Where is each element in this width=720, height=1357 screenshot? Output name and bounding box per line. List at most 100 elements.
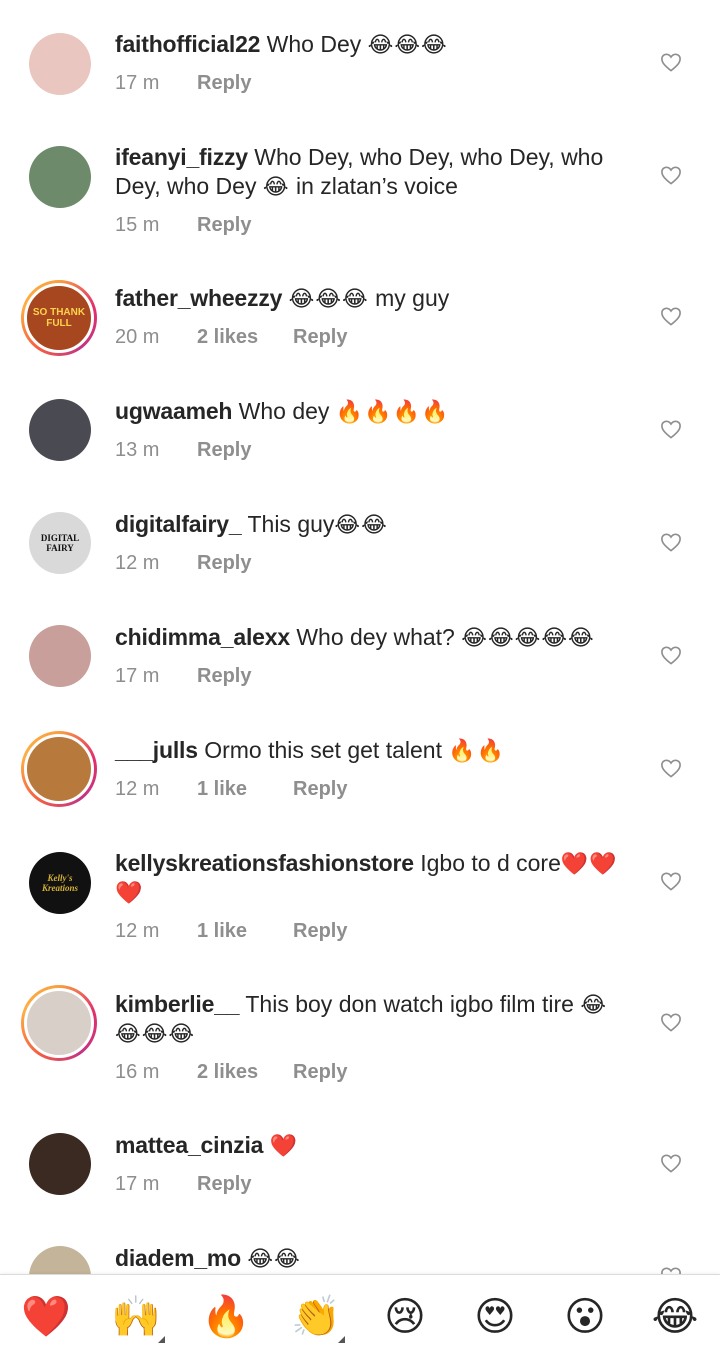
comment-emoji: 🔥🔥🔥🔥 (335, 399, 450, 424)
reply-button[interactable]: Reply (197, 72, 251, 95)
comment-emoji: 😂😂😂 (288, 286, 369, 311)
comment-username[interactable]: kellyskreationsfashionstore (115, 850, 414, 876)
heart-outline-icon[interactable] (660, 1153, 682, 1173)
clapping-hands-glyph: 👏 (291, 1295, 341, 1339)
comment-username[interactable]: ___julls (115, 737, 198, 763)
reply-button[interactable]: Reply (293, 920, 347, 943)
comment-likes[interactable]: 1 like (197, 920, 293, 943)
reply-button[interactable]: Reply (293, 778, 347, 801)
comment-username[interactable]: chidimma_alexx (115, 624, 290, 650)
comment-meta: 12 m 1 like Reply (115, 920, 347, 943)
comment-body: kellyskreationsfashionstore Igbo to d co… (115, 849, 625, 907)
avatar-container[interactable]: DIGITAL FAIRY (28, 511, 92, 575)
heart-outline-icon[interactable] (660, 1266, 682, 1274)
avatar-container[interactable] (28, 1245, 92, 1274)
fire-reaction-icon[interactable]: 🔥 (201, 1293, 251, 1341)
variant-indicator-icon (338, 1336, 345, 1343)
comment-username[interactable]: kimberlie__ (115, 991, 240, 1017)
avatar-container[interactable]: Kelly's Kreations (28, 851, 92, 915)
raising-hands-glyph: 🙌 (111, 1295, 161, 1339)
reply-button[interactable]: Reply (197, 214, 251, 237)
reply-button[interactable]: Reply (197, 665, 251, 688)
avatar[interactable] (29, 399, 91, 461)
avatar[interactable]: DIGITAL FAIRY (29, 512, 91, 574)
heart-outline-icon[interactable] (660, 52, 682, 72)
comment-likes[interactable]: 1 like (197, 778, 293, 801)
avatar-label: DIGITAL FAIRY (40, 533, 80, 553)
comment-emoji: 😂😂😂 (367, 32, 448, 57)
heart-outline-icon[interactable] (660, 1012, 682, 1032)
comment-username[interactable]: digitalfairy_ (115, 511, 242, 537)
comment-body: ugwaameh Who dey 🔥🔥🔥🔥 (115, 397, 625, 426)
heart-outline-icon[interactable] (660, 758, 682, 778)
comment-meta: 20 m 2 likes Reply (115, 326, 347, 349)
avatar-container[interactable] (28, 145, 92, 209)
heart-outline-icon[interactable] (660, 306, 682, 326)
comment-meta: 12 m 1 like Reply (115, 778, 347, 801)
avatar[interactable] (29, 1133, 91, 1195)
tears-of-joy-reaction-icon[interactable]: 😂 (651, 1293, 699, 1341)
story-ring[interactable]: SO THANK FULL (21, 280, 97, 356)
comments-list: faithofficial22 Who Dey 😂😂😂 17 m Reply i… (0, 0, 720, 1274)
avatar[interactable] (29, 146, 91, 208)
comment-emoji: 😂😂😂😂😂 (461, 625, 595, 650)
heart-reaction-icon[interactable]: ❤️ (21, 1293, 71, 1341)
reply-button[interactable]: Reply (293, 1061, 347, 1084)
comment-time: 17 m (115, 72, 160, 94)
comment-username[interactable]: mattea_cinzia (115, 1132, 263, 1158)
avatar-container[interactable] (28, 32, 92, 96)
comment-time: 15 m (115, 214, 160, 236)
avatar[interactable]: SO THANK FULL (24, 283, 94, 353)
comment-time: 16 m (115, 1061, 160, 1083)
quick-reaction-bar: ❤️ 🙌 🔥 👏 😢 😍 😮 😂 (0, 1274, 720, 1357)
story-ring[interactable] (21, 731, 97, 807)
reply-button[interactable]: Reply (197, 552, 251, 575)
crying-face-reaction-icon[interactable]: 😢 (381, 1293, 429, 1341)
avatar-container[interactable] (28, 398, 92, 462)
comment-username[interactable]: diadem_mo (115, 1245, 241, 1271)
heart-outline-icon[interactable] (660, 532, 682, 552)
comment-username[interactable]: father_wheezzy (115, 285, 282, 311)
avatar[interactable] (24, 734, 94, 804)
heart-eyes-reaction-icon[interactable]: 😍 (471, 1293, 519, 1341)
comment-username[interactable]: ugwaameh (115, 398, 232, 424)
avatar[interactable]: Kelly's Kreations (29, 852, 91, 914)
comment-username[interactable]: ifeanyi_fizzy (115, 144, 248, 170)
reply-button[interactable]: Reply (197, 1173, 251, 1196)
comment-body: ifeanyi_fizzy Who Dey, who Dey, who Dey,… (115, 143, 625, 201)
heart-outline-icon[interactable] (660, 645, 682, 665)
avatar[interactable] (24, 988, 94, 1058)
comment-text: This guy (247, 511, 335, 537)
comment-text: Who dey (238, 398, 336, 424)
comment-body: father_wheezzy 😂😂😂 my guy (115, 284, 625, 313)
heart-outline-icon[interactable] (660, 165, 682, 185)
reply-button[interactable]: Reply (293, 326, 347, 349)
reply-button[interactable]: Reply (197, 439, 251, 462)
comment-time: 12 m (115, 552, 160, 574)
comment-body: faithofficial22 Who Dey 😂😂😂 (115, 30, 625, 59)
comment-body: ___julls Ormo this set get talent 🔥🔥 (115, 736, 625, 765)
story-ring[interactable] (21, 985, 97, 1061)
surprised-face-reaction-icon[interactable]: 😮 (561, 1293, 609, 1341)
comment-emoji: 😂😂 (247, 1246, 301, 1271)
avatar-container[interactable] (28, 624, 92, 688)
comment-likes[interactable]: 2 likes (197, 326, 293, 349)
comment-meta: 17 m Reply (115, 665, 251, 688)
heart-outline-icon[interactable] (660, 871, 682, 891)
avatar[interactable] (29, 33, 91, 95)
heart-outline-icon[interactable] (660, 419, 682, 439)
comment-time: 20 m (115, 326, 160, 348)
avatar[interactable] (29, 1246, 91, 1274)
clapping-hands-reaction-icon[interactable]: 👏 (291, 1293, 345, 1343)
comment-likes[interactable]: 2 likes (197, 1061, 293, 1084)
avatar[interactable] (29, 625, 91, 687)
comment-emoji: 😂😂 (334, 512, 388, 537)
variant-indicator-icon (158, 1336, 165, 1343)
comment-meta: 17 m Reply (115, 72, 251, 95)
comment-meta: 15 m Reply (115, 214, 251, 237)
comment-username[interactable]: faithofficial22 (115, 31, 260, 57)
raising-hands-reaction-icon[interactable]: 🙌 (111, 1293, 165, 1343)
comment-text: Who dey what? (296, 624, 462, 650)
avatar-container[interactable] (28, 1132, 92, 1196)
comment-time: 13 m (115, 439, 160, 461)
